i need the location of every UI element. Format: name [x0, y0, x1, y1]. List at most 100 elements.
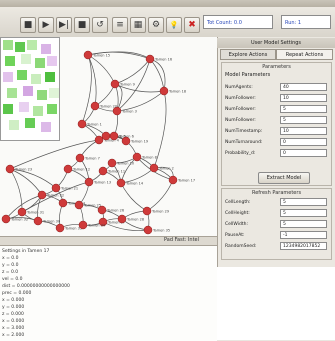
- model-parameter-label: NumAgents:: [225, 85, 253, 90]
- graph-node-circle[interactable]: [33, 216, 43, 226]
- graph-node-circle[interactable]: [117, 214, 127, 224]
- model-parameter-input[interactable]: 40: [280, 83, 327, 91]
- graph-node-label: Tamen 21: [60, 187, 78, 191]
- model-parameter-input[interactable]: 0: [280, 149, 327, 157]
- toolbar-button-6[interactable]: ≡: [112, 17, 128, 33]
- graph-node-circle[interactable]: [168, 175, 178, 185]
- reset-button[interactable]: ↺: [92, 17, 108, 33]
- minimap-grid: [3, 40, 59, 132]
- graph-edge: [149, 58, 165, 92]
- graph-node[interactable]: Tamen 20: [90, 101, 117, 111]
- graph-node-circle[interactable]: [110, 79, 120, 89]
- graph-node[interactable]: Tamen 14: [116, 178, 144, 188]
- refresh-parameter-label: CellWidth:: [225, 222, 249, 227]
- graph-node-circle[interactable]: [84, 177, 94, 187]
- minimap[interactable]: [0, 37, 60, 141]
- graph-node-circle[interactable]: [121, 136, 131, 146]
- toolbar-button-7[interactable]: ▦: [130, 17, 146, 33]
- toolbar-button-1[interactable]: ■: [20, 17, 36, 33]
- refresh-parameter-input[interactable]: 5: [280, 209, 327, 217]
- refresh-parameter-input[interactable]: -1: [280, 231, 327, 239]
- graph-node[interactable]: Tamen 7: [75, 153, 100, 163]
- list-icon: ≡: [116, 20, 124, 30]
- refresh-parameter-input[interactable]: 5: [280, 220, 327, 228]
- graph-node-circle[interactable]: [116, 178, 126, 188]
- graph-node-circle[interactable]: [17, 207, 27, 217]
- graph-node-circle[interactable]: [101, 131, 111, 141]
- graph-node-circle[interactable]: [1, 214, 11, 224]
- tab-repeat-actions[interactable]: Repeat Actions: [276, 49, 333, 60]
- graph-node-label: Tamen 35: [152, 229, 170, 233]
- graph-node-circle[interactable]: [75, 153, 85, 163]
- graph-node[interactable]: Tamen 31: [17, 207, 44, 217]
- graph-node-circle[interactable]: [51, 183, 61, 193]
- extract-model-button[interactable]: Extract Model: [258, 172, 310, 184]
- graph-node-label: Tamen 7: [84, 157, 100, 161]
- graph-node-circle[interactable]: [63, 164, 73, 174]
- graph-node[interactable]: Tamen 35: [143, 225, 170, 235]
- console-output[interactable]: Settings in Tamen 17 x = 0.0 y = 0.0 z = 0.…: [0, 245, 217, 341]
- graph-node-circle[interactable]: [149, 163, 159, 173]
- graph-node[interactable]: Tamen 18: [159, 86, 186, 96]
- graph-node[interactable]: Tamen 1: [77, 119, 102, 129]
- step-button[interactable]: ▶|: [56, 17, 72, 33]
- model-parameter-input[interactable]: 10: [280, 127, 327, 135]
- refresh-parameter-input[interactable]: 5: [280, 198, 327, 206]
- play-button[interactable]: ▶: [38, 17, 54, 33]
- graph-node-circle[interactable]: [159, 86, 169, 96]
- graph-node-circle[interactable]: [37, 190, 47, 200]
- graph-node-label: Tamen 10: [116, 162, 134, 166]
- graph-edge: [9, 139, 100, 170]
- graph-node-circle[interactable]: [107, 158, 117, 168]
- graph-node[interactable]: Tamen 26: [97, 205, 124, 215]
- model-parameter-input[interactable]: 0: [280, 138, 327, 146]
- model-parameter-input[interactable]: 10: [280, 94, 327, 102]
- graph-node[interactable]: Tamen 22: [37, 190, 64, 200]
- tab-explore-actions[interactable]: Explore Actions: [220, 49, 276, 60]
- graph-node-circle[interactable]: [78, 220, 88, 230]
- graph-node-circle[interactable]: [58, 198, 68, 208]
- refresh-section-title: Refresh Parameters: [251, 190, 302, 196]
- graph-node-label: Tamen 31: [26, 211, 44, 215]
- graph-node-circle[interactable]: [143, 225, 153, 235]
- graph-node[interactable]: Tamen 17: [168, 175, 195, 185]
- graph-node[interactable]: Tamen 19: [121, 136, 148, 146]
- graph-node-circle[interactable]: [109, 131, 119, 141]
- graph-node-circle[interactable]: [90, 101, 100, 111]
- graph-node[interactable]: Tamen 12: [63, 164, 90, 174]
- graph-node[interactable]: Tamen 30: [33, 216, 60, 226]
- graph-node-circle[interactable]: [97, 205, 107, 215]
- graph-node-label: Tamen 26: [106, 209, 124, 213]
- graph-node-circle[interactable]: [132, 152, 142, 162]
- model-parameter-label: NumTimestamp:: [225, 129, 263, 134]
- graph-node-circle[interactable]: [77, 119, 87, 129]
- bulb-button[interactable]: 💡: [166, 17, 182, 33]
- console-line: x = 0.000: [2, 298, 25, 303]
- graph-node[interactable]: Tamen 11: [98, 166, 125, 176]
- graph-node[interactable]: Tamen 29: [142, 206, 169, 216]
- graph-node-circle[interactable]: [55, 223, 65, 233]
- refresh-parameter-input[interactable]: 1234982017852: [280, 242, 327, 250]
- model-parameter-input[interactable]: 5: [280, 116, 327, 124]
- graph-node[interactable]: Tamen 28: [117, 214, 144, 224]
- settings-button[interactable]: ⚙: [148, 17, 164, 33]
- graph-node-circle[interactable]: [94, 135, 104, 145]
- lightbulb-icon: 💡: [169, 21, 179, 29]
- run-field: Run: 1: [281, 15, 331, 29]
- graph-node-circle[interactable]: [83, 50, 93, 60]
- graph-node-circle[interactable]: [98, 166, 108, 176]
- console-line: z = 0.0: [2, 270, 19, 275]
- model-parameter-input[interactable]: 5: [280, 105, 327, 113]
- graph-node-circle[interactable]: [74, 200, 84, 210]
- graph-node[interactable]: Tamen 13: [84, 177, 111, 187]
- graph-node[interactable]: Tamen 16: [145, 54, 172, 64]
- graph-node-circle[interactable]: [5, 164, 15, 174]
- graph-node[interactable]: Tamen 8: [132, 152, 157, 162]
- graph-edge: [116, 90, 165, 112]
- window-title-bar: [0, 0, 335, 7]
- graph-node[interactable]: Tamen 23: [5, 164, 32, 174]
- stop-button[interactable]: ■: [74, 17, 90, 33]
- graph-node-circle[interactable]: [142, 206, 152, 216]
- graph-node-circle[interactable]: [145, 54, 155, 64]
- close-button[interactable]: ✖: [184, 17, 200, 33]
